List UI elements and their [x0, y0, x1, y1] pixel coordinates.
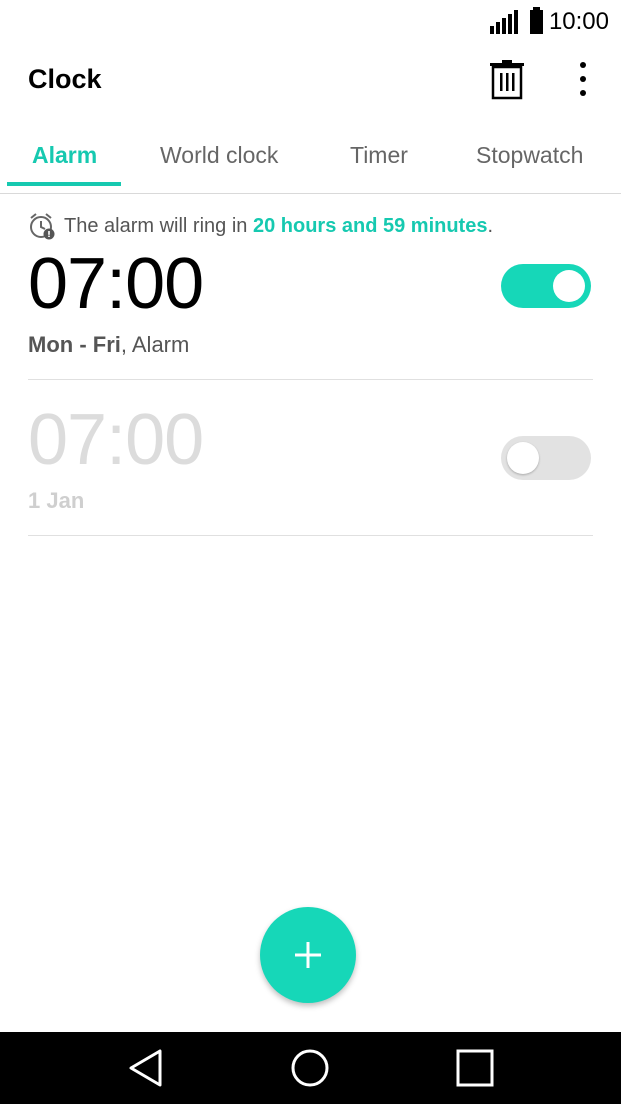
trash-icon: [490, 60, 524, 100]
next-alarm-text: The alarm will ring in 20 hours and 59 m…: [64, 214, 494, 237]
home-icon: [291, 1049, 329, 1087]
alarm-clock-icon: [30, 213, 55, 240]
tab-timer[interactable]: Timer: [350, 142, 408, 169]
home-button[interactable]: [288, 1046, 332, 1090]
alarm-repeat: Mon - Fri, Alarm: [28, 332, 190, 357]
page-title: Clock: [28, 64, 102, 94]
tab-alarm[interactable]: Alarm: [32, 142, 97, 169]
battery-icon: [529, 7, 543, 34]
plus-icon: [295, 942, 321, 968]
alarm-item[interactable]: 07:00 Mon - Fri, Alarm: [28, 246, 593, 380]
status-bar: 10:00: [0, 0, 621, 44]
alarm-date: 1 Jan: [28, 488, 85, 513]
more-options-button[interactable]: [566, 58, 600, 102]
alarm-toggle[interactable]: [501, 436, 591, 480]
signal-icon: [489, 10, 520, 34]
time-remaining: 20 hours and 59 minutes: [252, 214, 488, 237]
tab-bar: Alarm World clock Timer Stopwatch: [0, 116, 621, 194]
more-vert-icon: [580, 62, 586, 96]
status-time: 10:00: [548, 8, 609, 35]
navigation-bar: [0, 1032, 621, 1104]
tab-indicator: [7, 182, 121, 186]
next-alarm-info: The alarm will ring in 20 hours and 59 m…: [28, 212, 493, 240]
add-alarm-button[interactable]: [260, 907, 356, 1003]
back-icon: [129, 1049, 162, 1087]
tab-world-clock[interactable]: World clock: [160, 142, 278, 169]
app-bar: Clock: [0, 44, 621, 116]
tab-stopwatch[interactable]: Stopwatch: [476, 142, 583, 169]
status-icons: 10:00: [489, 7, 609, 36]
delete-button[interactable]: [488, 58, 526, 102]
recents-icon: [456, 1049, 494, 1087]
recents-button[interactable]: [453, 1046, 497, 1090]
alarm-item[interactable]: 07:00 1 Jan: [28, 402, 593, 536]
back-button[interactable]: [124, 1046, 168, 1090]
alarm-toggle[interactable]: [501, 264, 591, 308]
